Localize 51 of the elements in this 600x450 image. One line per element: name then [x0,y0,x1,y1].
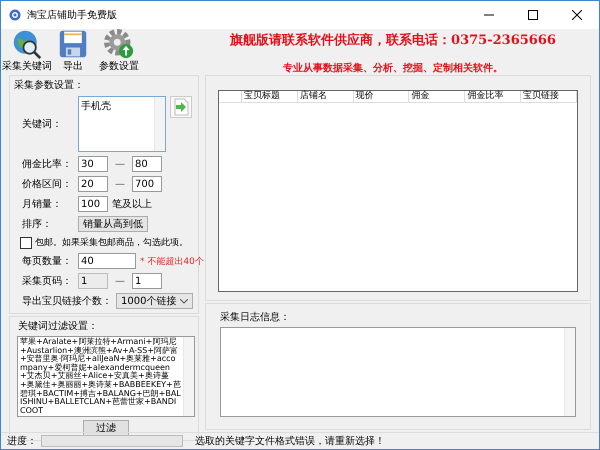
warning-note: * 不能超出40个 [140,256,204,268]
contact-headline: 旗舰版请联系软件供应商，联系电话：0375-2365666 [230,32,556,49]
column-header[interactable]: 现价 [354,91,410,102]
progress-label: 进度： [7,434,37,448]
input-field[interactable]: 1 [132,273,162,289]
keyword-textarea[interactable]: 手机壳 [78,96,166,152]
field-label: 佣金比率： [22,158,73,171]
maximize-icon [528,10,538,20]
log-textarea[interactable] [220,327,576,417]
input-field[interactable]: 700 [132,176,162,192]
dash-text: — [114,158,126,170]
dash-text: — [114,178,126,190]
column-header[interactable]: 店铺名 [298,91,354,102]
field-label: 导出宝贝链接个数： [22,294,112,308]
group-title: 关键词过滤设置： [18,320,98,333]
field-label: 关键词： [22,118,63,131]
sort-dropdown[interactable]: 销量从高到低 [78,216,148,232]
close-icon [572,10,582,20]
chevron-down-icon [180,298,188,304]
field-label: 价格区间： [22,178,73,191]
field-label: 采集页码： [22,274,73,288]
toolbar-button[interactable]: 导出 [51,29,95,73]
column-header[interactable]: 佣金比率 [465,91,522,102]
column-header[interactable]: 佣金 [409,91,466,102]
input-field[interactable]: 80 [132,156,162,172]
export-count-dropdown[interactable]: 1000个链接 [116,293,194,309]
import-button[interactable] [170,96,192,118]
suffix-text: 笔及以上 [112,198,152,211]
group-title: 采集参数设置： [14,78,84,92]
field-label: 排序： [22,218,53,231]
checkbox[interactable] [20,236,32,248]
input-field[interactable]: 100 [78,196,108,212]
column-header[interactable]: 宝贝标题 [242,91,298,102]
field-label: 每页数量： [22,255,73,268]
log-title: 采集日志信息： [220,310,291,324]
input-field[interactable]: 20 [78,176,108,192]
dash-text: — [114,276,126,286]
file-arrow-icon [173,98,189,116]
window-title: 淘宝店铺助手免费版 [27,8,117,22]
column-header[interactable]: 宝贝链接 [521,91,577,102]
field-label: 月销量： [22,198,63,211]
input-field[interactable]: 30 [78,156,108,172]
filter-text: 苹果+Aralate+阿莱拉特+Armani+阿玛尼+Austarlion+澳洲滨熊+Av+A-SS+阿萨富+安普里奥·阿玛尼+allJeaN+奥莱雅+accompany+爱柯普妮+alexandermcqueen+艾杰贝+艾丽丝+Alice+安真美+奥诗蔓+奥黛佳+奥丽丽+奥诗莱+BABBEEKEY+芭碧琪+BACTIM+搏吉+BALANG+巴朗+BALISHINU+BALLETCLAN+芭蕾世家+BANDICOOT [19,337,182,416]
input-field[interactable]: 40 [78,253,136,269]
checkbox-label: 包邮。如果采集包邮商品，勾选此项。 [35,236,188,249]
scrollbar [154,97,165,151]
app-icon [9,9,21,21]
keyword-text: 手机壳 [80,100,112,114]
toolbar-button[interactable]: 参数设置 [97,29,141,73]
tagline-text: 专业从事数据采集、分析、挖掘、定制相关软件。 [283,61,503,75]
status-message: 选取的关键字文件格式错误，请重新选择！ [195,434,385,448]
